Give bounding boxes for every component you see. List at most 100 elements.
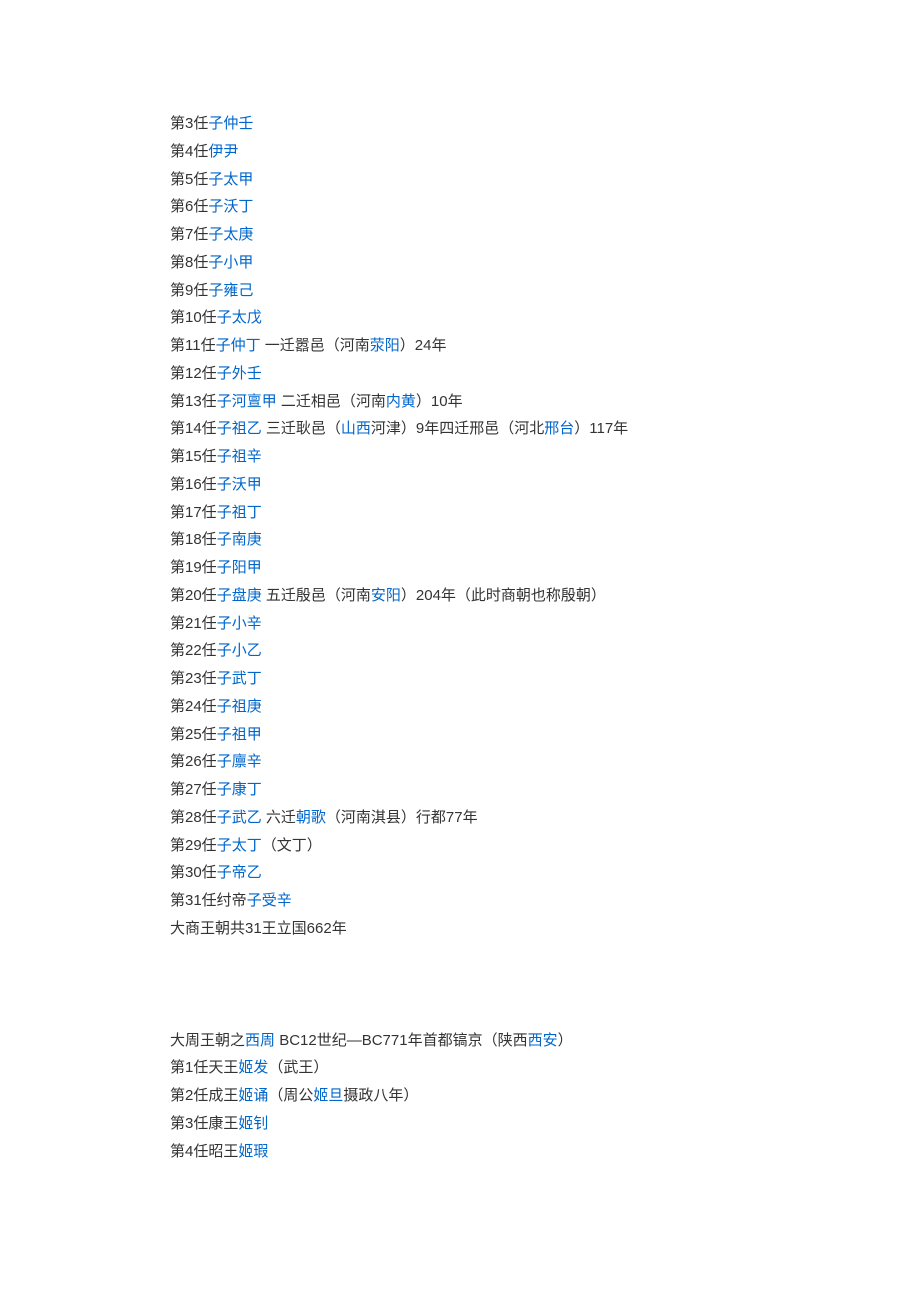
shang-row-25-part-link-1[interactable]: 朝歌 [296,809,326,826]
shang-row-3-link[interactable]: 子沃丁 [208,198,253,215]
shang-row-9: 第12任子外壬 [170,360,750,388]
shang-row-11-link[interactable]: 子祖乙 [217,420,262,437]
zhou-row-1: 第2任成王姬诵（周公姬旦摄政八年） [170,1082,750,1110]
zhou-header-pre: 大周王朝之 [170,1032,245,1049]
shang-row-13-link[interactable]: 子沃甲 [217,476,262,493]
shang-row-15-prefix: 第18任 [170,531,217,548]
shang-row-22-link[interactable]: 子祖甲 [217,726,262,743]
zhou-row-1-part-link-1[interactable]: 姬旦 [313,1087,343,1104]
shang-row-1-link[interactable]: 伊尹 [208,143,238,160]
shang-row-12-prefix: 第15任 [170,448,217,465]
shang-row-9-prefix: 第12任 [170,365,217,382]
shang-row-20-prefix: 第23任 [170,670,217,687]
shang-row-13: 第16任子沃甲 [170,471,750,499]
shang-row-22: 第25任子祖甲 [170,721,750,749]
shang-row-15-link[interactable]: 子南庚 [217,531,262,548]
shang-row-17-prefix: 第20任 [170,587,217,604]
shang-row-9-link[interactable]: 子外壬 [217,365,262,382]
shang-row-7-prefix: 第10任 [170,309,217,326]
shang-row-20-link[interactable]: 子武丁 [217,670,262,687]
shang-row-17-part-text-2: ）204年（此时商朝也称殷朝） [401,587,606,604]
shang-row-26-suffix: （文丁） [262,837,322,854]
shang-row-11-part-link-3[interactable]: 邢台 [544,420,574,437]
shang-row-28-link[interactable]: 子受辛 [247,892,292,909]
zhou-header-post: ） [558,1032,573,1049]
shang-row-16-prefix: 第19任 [170,559,217,576]
shang-row-11-prefix: 第14任 [170,420,217,437]
zhou-row-2: 第3任康王姬钊 [170,1110,750,1138]
zhou-row-0-suffix: （武王） [268,1059,328,1076]
zhou-header: 大周王朝之西周 BC12世纪—BC771年首都镐京（陕西西安） [170,1027,750,1055]
shang-row-19: 第22任子小乙 [170,637,750,665]
zhou-header-mid: BC12世纪—BC771年首都镐京（陕西 [275,1032,528,1049]
shang-row-11-part-text-4: ）117年 [574,420,628,437]
shang-row-1-prefix: 第4任 [170,143,208,160]
shang-row-5: 第8任子小甲 [170,249,750,277]
shang-row-0-link[interactable]: 子仲壬 [208,115,253,132]
shang-row-16: 第19任子阳甲 [170,554,750,582]
shang-row-12-link[interactable]: 子祖辛 [217,448,262,465]
shang-row-17-part-link-1[interactable]: 安阳 [371,587,401,604]
shang-row-17-link[interactable]: 子盘庚 [217,587,262,604]
zhou-row-1-link[interactable]: 姬诵 [238,1087,268,1104]
shang-row-24: 第27任子康丁 [170,776,750,804]
shang-row-3-prefix: 第6任 [170,198,208,215]
shang-row-10: 第13任子河亶甲 二迁相邑（河南内黄）10年 [170,388,750,416]
shang-row-1: 第4任伊尹 [170,138,750,166]
shang-row-4: 第7任子太庚 [170,221,750,249]
shang-row-27-link[interactable]: 子帝乙 [217,864,262,881]
shang-row-24-link[interactable]: 子康丁 [217,781,262,798]
zhou-row-2-link[interactable]: 姬钊 [238,1115,268,1132]
shang-row-27: 第30任子帝乙 [170,859,750,887]
shang-row-5-link[interactable]: 子小甲 [208,254,253,271]
shang-row-26-link[interactable]: 子太丁 [217,837,262,854]
shang-row-18-link[interactable]: 子小辛 [217,615,262,632]
shang-row-28: 第31任纣帝子受辛 [170,887,750,915]
shang-row-23: 第26任子廪辛 [170,748,750,776]
shang-row-10-link[interactable]: 子河亶甲 [217,393,277,410]
zhou-header-link-2[interactable]: 西安 [528,1032,558,1049]
shang-row-2-link[interactable]: 子太甲 [208,171,253,188]
zhou-row-3-link[interactable]: 姬瑕 [238,1143,268,1160]
shang-row-23-prefix: 第26任 [170,753,217,770]
shang-row-4-prefix: 第7任 [170,226,208,243]
shang-row-19-link[interactable]: 子小乙 [217,642,262,659]
shang-row-10-part-text-0: 二迁相邑（河南 [277,393,386,410]
shang-row-11-part-text-0: 三迁耿邑（ [262,420,341,437]
shang-row-17: 第20任子盘庚 五迁殷邑（河南安阳）204年（此时商朝也称殷朝） [170,582,750,610]
shang-row-25: 第28任子武乙 六迁朝歌（河南淇县）行都77年 [170,804,750,832]
shang-row-10-part-link-1[interactable]: 内黄 [386,393,416,410]
zhou-row-0: 第1任天王姬发（武王） [170,1054,750,1082]
shang-row-27-prefix: 第30任 [170,864,217,881]
shang-row-5-prefix: 第8任 [170,254,208,271]
shang-row-10-prefix: 第13任 [170,393,217,410]
shang-row-25-link[interactable]: 子武乙 [217,809,262,826]
shang-row-8-prefix: 第11任 [170,337,216,354]
shang-row-20: 第23任子武丁 [170,665,750,693]
zhou-header-link-1[interactable]: 西周 [245,1032,275,1049]
shang-row-18-prefix: 第21任 [170,615,217,632]
shang-row-8: 第11任子仲丁 一迁嚣邑（河南荥阳）24年 [170,332,750,360]
shang-row-15: 第18任子南庚 [170,526,750,554]
zhou-row-0-prefix: 第1任天王 [170,1059,238,1076]
shang-row-2-prefix: 第5任 [170,171,208,188]
shang-row-19-prefix: 第22任 [170,642,217,659]
shang-summary: 大商王朝共31王立国662年 [170,915,750,943]
shang-row-26: 第29任子太丁（文丁） [170,832,750,860]
shang-row-6-link[interactable]: 子雍己 [208,282,253,299]
shang-row-4-link[interactable]: 子太庚 [208,226,253,243]
shang-row-14-link[interactable]: 子祖丁 [217,504,262,521]
shang-row-6-prefix: 第9任 [170,282,208,299]
shang-row-7-link[interactable]: 子太戊 [217,309,262,326]
shang-row-16-link[interactable]: 子阳甲 [217,559,262,576]
zhou-row-0-link[interactable]: 姬发 [238,1059,268,1076]
shang-row-21: 第24任子祖庚 [170,693,750,721]
shang-row-8-part-link-1[interactable]: 荥阳 [370,337,400,354]
shang-row-21-link[interactable]: 子祖庚 [217,698,262,715]
shang-row-11-part-text-2: 河津）9年四迁邢邑（河北 [371,420,544,437]
shang-row-8-link[interactable]: 子仲丁 [216,337,261,354]
shang-row-26-prefix: 第29任 [170,837,217,854]
shang-row-12: 第15任子祖辛 [170,443,750,471]
shang-row-23-link[interactable]: 子廪辛 [217,753,262,770]
shang-row-11-part-link-1[interactable]: 山西 [341,420,371,437]
